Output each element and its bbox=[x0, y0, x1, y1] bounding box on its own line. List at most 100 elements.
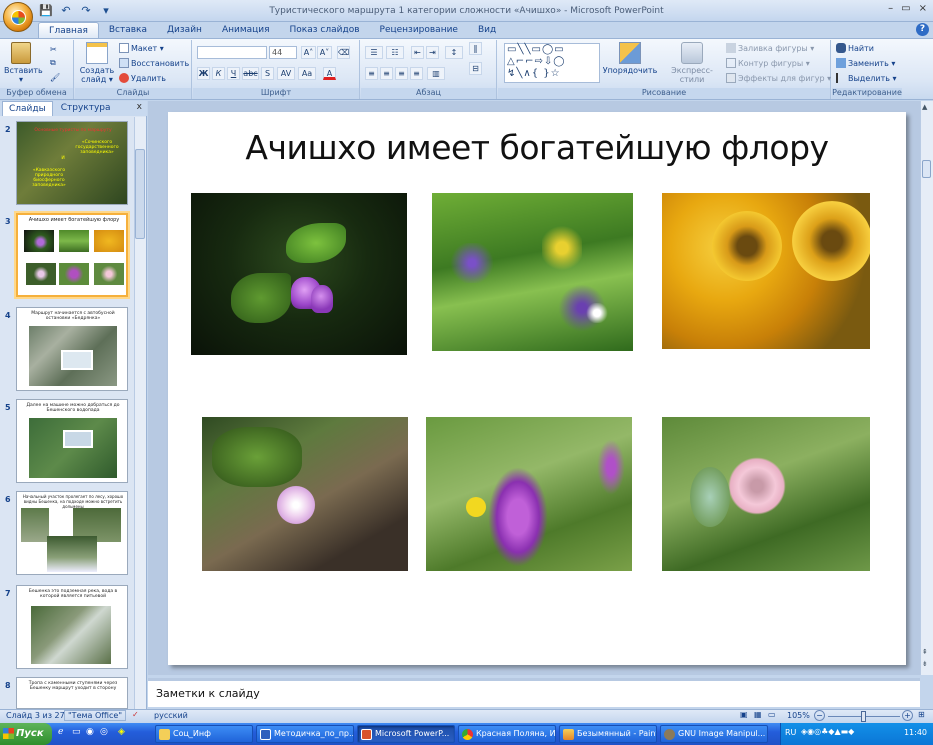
flower-photo-5[interactable] bbox=[426, 417, 632, 571]
tab-insert[interactable]: Вставка bbox=[99, 22, 157, 38]
notes-pane[interactable]: Заметки к слайду bbox=[148, 678, 920, 707]
desktop-icon[interactable]: ▭ bbox=[72, 727, 81, 737]
align-center-icon[interactable]: ≡ bbox=[380, 67, 393, 80]
layout-button[interactable]: Макет ▾ bbox=[119, 42, 164, 54]
align-right-icon[interactable]: ≡ bbox=[395, 67, 408, 80]
language-indicator-tray[interactable]: RU bbox=[785, 728, 796, 737]
shapes-gallery[interactable]: ▭╲╲▭◯▭ △⌐⌐⇨⇩◯ ↯╲∧{ }☆ bbox=[504, 43, 600, 83]
font-name-field[interactable] bbox=[197, 46, 267, 59]
flower-photo-2[interactable] bbox=[432, 193, 633, 351]
tab-outline[interactable]: Структура bbox=[55, 101, 117, 116]
slide-thumbnail-4[interactable]: Маршрут начинается с автобусной остановк… bbox=[16, 307, 128, 391]
close-button[interactable]: × bbox=[919, 3, 927, 14]
copy-icon[interactable]: ⧉ bbox=[50, 57, 56, 69]
editor-scroll-thumb[interactable] bbox=[922, 160, 931, 178]
decrease-indent-icon[interactable]: ⇤ bbox=[411, 46, 424, 59]
minimize-button[interactable]: – bbox=[888, 3, 893, 14]
paste-button[interactable]: Вставить ▾ bbox=[4, 42, 43, 84]
shape-effects-button[interactable]: Эффекты для фигур ▾ bbox=[726, 72, 831, 84]
line-spacing-icon[interactable]: ↕ bbox=[445, 46, 463, 59]
grow-font-icon[interactable]: A˄ bbox=[301, 46, 316, 59]
flower-photo-6[interactable] bbox=[662, 417, 870, 571]
underline-button[interactable]: Ч bbox=[227, 67, 240, 80]
find-button[interactable]: Найти bbox=[836, 42, 874, 54]
flower-photo-3[interactable] bbox=[662, 193, 870, 349]
slideshow-view-icon[interactable]: ▭ bbox=[768, 710, 776, 719]
tab-slides[interactable]: Слайды bbox=[2, 101, 53, 116]
scroll-up-icon[interactable]: ▲ bbox=[922, 103, 927, 111]
help-icon[interactable]: ? bbox=[916, 23, 929, 36]
prev-slide-icon[interactable]: ⇞ bbox=[922, 649, 928, 656]
italic-button[interactable]: К bbox=[212, 67, 225, 80]
align-text-icon[interactable]: ⊟ bbox=[469, 62, 482, 75]
align-left-icon[interactable]: ≡ bbox=[365, 67, 378, 80]
shadow-button[interactable]: S bbox=[261, 67, 274, 80]
justify-icon[interactable]: ≡ bbox=[410, 67, 423, 80]
replace-button[interactable]: Заменить ▾ bbox=[836, 57, 895, 69]
taskbar-item-paint[interactable]: Безымянный - Paint bbox=[559, 725, 657, 743]
arrange-button[interactable]: Упорядочить bbox=[602, 42, 658, 75]
next-slide-icon[interactable]: ⇟ bbox=[922, 661, 928, 668]
language-indicator[interactable]: русский bbox=[154, 711, 188, 720]
slide-thumbnail-2[interactable]: Основные туристы по маршруту «Сочинского… bbox=[16, 121, 128, 205]
shape-outline-button[interactable]: Контур фигуры ▾ bbox=[726, 57, 810, 69]
bullets-icon[interactable]: ☰ bbox=[365, 46, 383, 59]
slide-canvas[interactable]: Ачишхо имеет богатейшую флору bbox=[168, 112, 906, 665]
save-icon[interactable]: 💾 bbox=[38, 3, 54, 18]
columns-icon[interactable]: ▥ bbox=[427, 67, 445, 80]
slide-thumbnail-7[interactable]: Бешенка это подземная река, вода в котор… bbox=[16, 585, 128, 669]
ie-icon[interactable]: ℯ bbox=[58, 727, 63, 737]
tab-animation[interactable]: Анимация bbox=[212, 22, 280, 38]
flower-photo-4[interactable] bbox=[202, 417, 408, 571]
slide-thumbnail-8[interactable]: Тропа с каменными ступенями через Бешенк… bbox=[16, 677, 128, 709]
avast-icon[interactable]: ◈ bbox=[118, 727, 125, 737]
char-spacing-button[interactable]: AV bbox=[277, 67, 295, 80]
chrome-icon[interactable]: ◉ bbox=[86, 727, 94, 737]
panel-scroll-thumb[interactable] bbox=[135, 149, 145, 239]
panel-close-icon[interactable]: x bbox=[137, 102, 142, 112]
reset-button[interactable]: Восстановить bbox=[119, 57, 189, 69]
bold-button[interactable]: Ж bbox=[197, 67, 210, 80]
opera-icon[interactable]: ◎ bbox=[100, 727, 108, 737]
spellcheck-icon[interactable]: ✓ bbox=[132, 710, 139, 719]
increase-indent-icon[interactable]: ⇥ bbox=[426, 46, 439, 59]
office-button[interactable] bbox=[3, 2, 33, 32]
taskbar-item-powerpoint[interactable]: Microsoft PowerP... bbox=[357, 725, 455, 743]
tab-design[interactable]: Дизайн bbox=[157, 22, 212, 38]
tab-slideshow[interactable]: Показ слайдов bbox=[280, 22, 370, 38]
undo-icon[interactable]: ↶ bbox=[58, 3, 74, 18]
slide-title[interactable]: Ачишхо имеет богатейшую флору bbox=[168, 128, 906, 167]
strikethrough-button[interactable]: abc bbox=[242, 67, 259, 80]
clear-format-icon[interactable]: ⌫ bbox=[337, 46, 350, 59]
slide-thumbnail-5[interactable]: Далее на машине можно добраться до Бешен… bbox=[16, 399, 128, 483]
restore-button[interactable]: ▭ bbox=[901, 3, 910, 14]
cut-icon[interactable]: ✂ bbox=[50, 43, 57, 55]
shrink-font-icon[interactable]: A˅ bbox=[317, 46, 332, 59]
zoom-in-icon[interactable]: + bbox=[902, 710, 913, 721]
zoom-out-icon[interactable]: − bbox=[814, 710, 825, 721]
quick-styles-button[interactable]: Экспресс-стили bbox=[660, 42, 724, 84]
flower-photo-1[interactable] bbox=[191, 193, 407, 355]
taskbar-item-gimp[interactable]: GNU Image Manipul... bbox=[660, 725, 768, 743]
text-direction-icon[interactable]: ‖ bbox=[469, 42, 482, 55]
customize-qat-icon[interactable]: ▾ bbox=[98, 3, 114, 18]
slide-thumbnail-3[interactable]: Ачишхо имеет богатейшую флору bbox=[16, 213, 128, 297]
taskbar-item-soc-inf[interactable]: Соц_Инф bbox=[155, 725, 253, 743]
delete-slide-button[interactable]: Удалить bbox=[119, 72, 166, 84]
normal-view-icon[interactable]: ▣ bbox=[740, 710, 748, 719]
theme-name[interactable]: "Тема Office" bbox=[64, 710, 126, 721]
fit-window-icon[interactable]: ⊞ bbox=[918, 710, 925, 719]
font-size-field[interactable]: 44 bbox=[269, 46, 297, 59]
font-color-button[interactable]: A bbox=[323, 67, 336, 80]
redo-icon[interactable]: ↷ bbox=[78, 3, 94, 18]
tab-review[interactable]: Рецензирование bbox=[370, 22, 468, 38]
zoom-level[interactable]: 105% bbox=[787, 711, 810, 720]
shape-fill-button[interactable]: Заливка фигуры ▾ bbox=[726, 42, 814, 54]
taskbar-item-browser[interactable]: Красная Поляна, И... bbox=[458, 725, 556, 743]
sorter-view-icon[interactable]: ▦ bbox=[754, 710, 762, 719]
format-painter-icon[interactable]: 🖌 bbox=[50, 71, 60, 83]
editor-scrollbar[interactable]: ▲ ⇞ ⇟ bbox=[920, 101, 933, 675]
tray-icons[interactable]: ◈◉◎♣◆▲▬◆ bbox=[801, 727, 854, 736]
zoom-slider-thumb[interactable] bbox=[861, 711, 866, 722]
numbering-icon[interactable]: ☷ bbox=[386, 46, 404, 59]
